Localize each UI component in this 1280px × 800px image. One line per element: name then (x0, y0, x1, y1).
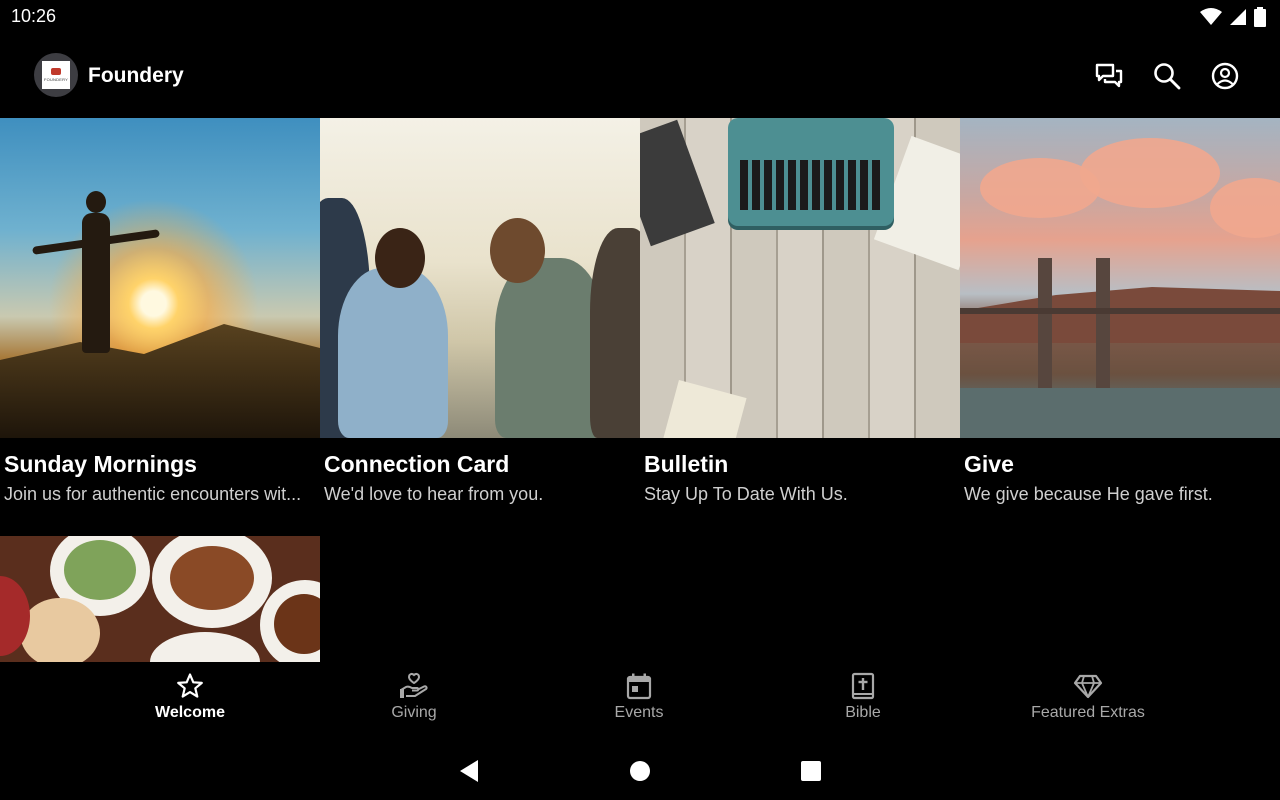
bible-icon (851, 672, 875, 700)
cloud-shape (1080, 138, 1220, 208)
chat-icon (1095, 63, 1123, 88)
bottom-navigation: Welcome Giving Events Bible Featured Ext… (0, 662, 1280, 742)
friend-head (375, 228, 425, 288)
give-image (960, 118, 1280, 438)
signal-icon (1230, 8, 1246, 26)
status-bar: 10:26 (0, 0, 1280, 34)
wifi-icon (1200, 8, 1222, 26)
search-button[interactable] (1152, 61, 1182, 91)
typewriter-keys (740, 160, 882, 210)
connection-card-image (320, 118, 640, 438)
diamond-icon (1073, 674, 1103, 699)
card-title: Bulletin (644, 451, 729, 477)
card-give[interactable]: Give We give because He gave first. (960, 118, 1280, 504)
app-actions (1094, 61, 1240, 91)
app-bar: FOUNDERY Foundery (0, 34, 1280, 117)
bridge-tower (1096, 258, 1110, 398)
nav-label: Welcome (155, 704, 225, 721)
plate-shape (150, 632, 260, 662)
card-title: Give (964, 451, 1014, 477)
star-icon (177, 673, 203, 698)
search-icon (1154, 63, 1181, 90)
status-icons (1200, 7, 1266, 27)
card-subtitle: Join us for authentic encounters wit... (4, 484, 302, 504)
bulletin-image (640, 118, 960, 438)
chat-button[interactable] (1094, 61, 1124, 91)
nav-item-featured-extras[interactable]: Featured Extras (1008, 672, 1168, 722)
system-navigation (0, 742, 1280, 800)
friend-figure (495, 258, 605, 438)
home-button[interactable] (625, 756, 655, 786)
calendar-icon (626, 673, 652, 700)
recents-icon (801, 761, 821, 781)
paper-shape (663, 379, 747, 438)
logo-emblem (51, 68, 61, 75)
nav-label: Events (614, 704, 664, 721)
card-title: Connection Card (324, 451, 510, 477)
battery-icon (1254, 7, 1266, 27)
account-icon (1211, 62, 1239, 90)
recents-button[interactable] (796, 756, 826, 786)
card-food[interactable] (0, 536, 320, 662)
app-logo[interactable]: FOUNDERY (34, 53, 78, 97)
card-subtitle: We'd love to hear from you. (324, 484, 544, 504)
nav-label: Giving (391, 704, 437, 721)
card-title: Sunday Mornings (4, 451, 197, 477)
nav-item-events[interactable]: Events (559, 672, 719, 722)
water-shape (960, 388, 1280, 438)
app-title: Foundery (88, 64, 184, 87)
card-bulletin[interactable]: Bulletin Stay Up To Date With Us. (640, 118, 960, 504)
nav-item-giving[interactable]: Giving (334, 672, 494, 722)
cloud-shape (1210, 178, 1280, 238)
friend-figure (590, 228, 640, 438)
hill-shape (960, 287, 1280, 343)
account-button[interactable] (1210, 61, 1240, 91)
giving-hand-icon (400, 672, 428, 698)
mountain-shape (0, 324, 320, 438)
card-connection-card[interactable]: Connection Card We'd love to hear from y… (320, 118, 640, 504)
logo-text: FOUNDERY (44, 77, 68, 82)
nav-item-welcome[interactable]: Welcome (110, 672, 270, 722)
status-time: 10:26 (11, 6, 57, 26)
plate-shape (152, 536, 272, 628)
back-icon (460, 760, 478, 782)
typewriter-shape (728, 118, 894, 226)
nav-item-bible[interactable]: Bible (783, 672, 943, 722)
food-image (0, 536, 320, 662)
person-silhouette (82, 191, 110, 353)
card-sunday-mornings[interactable]: Sunday Mornings Join us for authentic en… (0, 118, 320, 504)
sunday-mornings-image (0, 118, 320, 438)
logo-mark: FOUNDERY (42, 61, 70, 89)
card-subtitle: Stay Up To Date With Us. (644, 484, 848, 504)
friend-head (490, 218, 545, 283)
book-shape (640, 119, 715, 247)
bread-shape (20, 598, 100, 662)
nav-label: Featured Extras (1031, 704, 1145, 721)
card-subtitle: We give because He gave first. (964, 484, 1213, 504)
friend-figure (338, 268, 448, 438)
bridge-tower (1038, 258, 1052, 398)
bridge-deck (960, 308, 1280, 314)
nav-label: Bible (845, 704, 881, 721)
back-button[interactable] (454, 756, 484, 786)
home-icon (630, 761, 650, 781)
